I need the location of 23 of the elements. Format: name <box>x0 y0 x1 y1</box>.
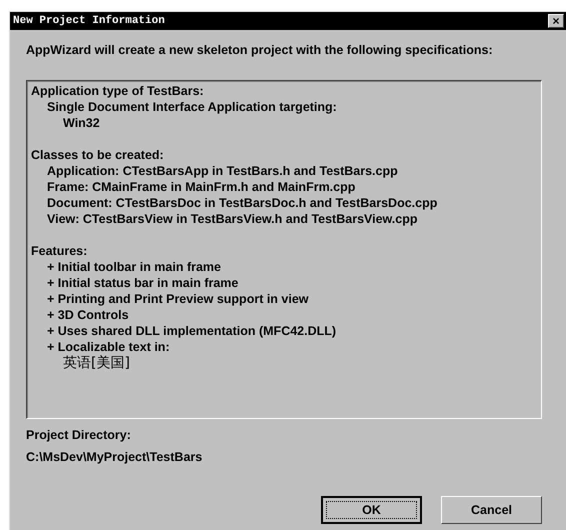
spec-line: Frame: CMainFrame in MainFrm.h and MainFrm.cpp <box>46 179 356 195</box>
spec-line: Win32 <box>62 115 101 131</box>
spec-line: View: CTestBarsView in TestBarsView.h and TestBarsView.cpp <box>46 211 419 227</box>
directory-label: Project Directory: <box>26 427 132 443</box>
spec-line: + 3D Controls <box>46 307 130 323</box>
spec-line: + Uses shared DLL implementation (MFC42.DLL) <box>46 323 338 339</box>
section-heading: Classes to be created: <box>31 147 165 163</box>
directory-path: C:\MsDev\MyProject\TestBars <box>26 449 204 465</box>
cancel-button[interactable]: Cancel <box>441 496 542 524</box>
spec-line: + Localizable text in: <box>46 339 171 355</box>
section-heading: Application type of TestBars: <box>31 83 205 99</box>
spec-line: + Initial toolbar in main frame <box>46 259 222 275</box>
spec-line: Document: CTestBarsDoc in TestBarsDoc.h and TestBarsDoc.cpp <box>46 195 438 211</box>
intro-text: AppWizard will create a new skeleton project with the following specifications: <box>26 42 494 58</box>
window-title: New Project Information <box>13 15 165 27</box>
spec-line: 英语[美国] <box>62 355 131 371</box>
spec-line: Single Document Interface Application targeting: <box>46 99 338 115</box>
close-button[interactable]: × <box>548 14 564 28</box>
section-heading: Features: <box>31 243 88 259</box>
ok-button[interactable]: OK <box>321 496 422 524</box>
spec-line: + Printing and Print Preview support in view <box>46 291 310 307</box>
spec-line: Application: CTestBarsApp in TestBars.h and TestBars.cpp <box>46 163 399 179</box>
spec-line: + Initial status bar in main frame <box>46 275 240 291</box>
